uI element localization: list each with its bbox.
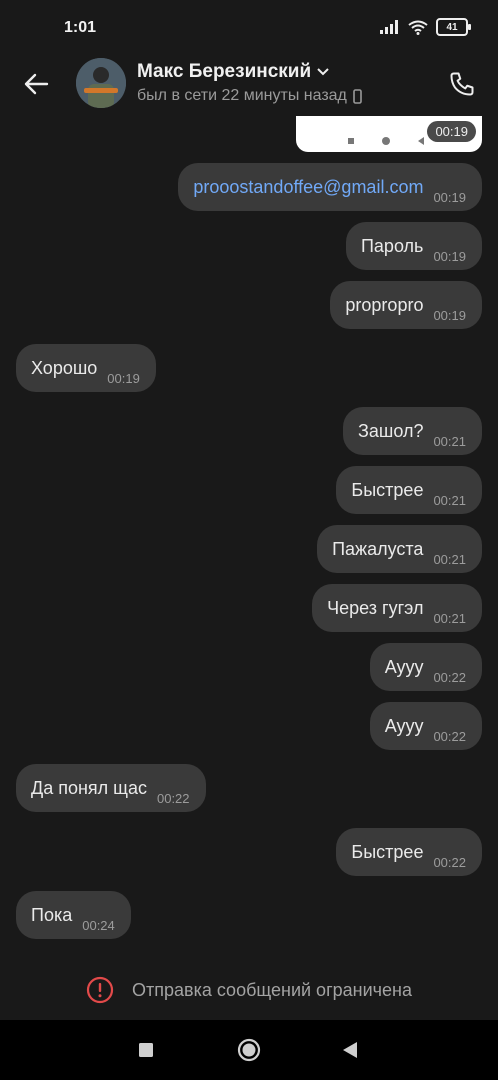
wifi-icon [408, 20, 428, 35]
message-text: Ayyy [384, 715, 424, 736]
message-time: 00:22 [156, 790, 190, 806]
restriction-text: Отправка сообщений ограничена [132, 979, 412, 1000]
back-nav-button[interactable] [338, 1038, 362, 1062]
message-text: Быстрее [351, 841, 424, 862]
status-bar: 1:01 41 [0, 0, 498, 58]
email-link[interactable]: prooostandoffee@gmail.com [193, 177, 423, 198]
message-text: Пажалуста [332, 538, 424, 559]
call-button[interactable] [442, 64, 482, 104]
image-message[interactable]: 00:19 [296, 116, 482, 152]
message-time: 00:24 [82, 917, 115, 933]
message-text: Через гугэл [327, 597, 424, 618]
message-time: 00:21 [433, 492, 466, 508]
message-time: 00:22 [433, 669, 466, 685]
message-bubble-in[interactable]: Хорошо 00:19 [16, 344, 156, 392]
contact-status: был в сети 22 минуты назад [137, 87, 362, 105]
message-text: proproprо [345, 294, 424, 315]
avatar[interactable] [76, 58, 126, 108]
chevron-down-icon [317, 68, 329, 76]
message-bubble-in[interactable]: Пока 00:24 [16, 891, 131, 939]
message-text: Быстрее [351, 479, 424, 500]
triangle-back-icon [343, 1042, 357, 1058]
message-bubble-out[interactable]: Ayyy 00:22 [369, 702, 482, 750]
square-icon [139, 1043, 153, 1057]
contact-status-text: был в сети 22 минуты назад [137, 87, 347, 104]
message-time: 00:19 [433, 189, 466, 205]
status-icons: 41 [380, 18, 471, 36]
message-text: Зашол? [358, 420, 424, 441]
message-bubble-in[interactable]: Да понял щас 00:22 [16, 764, 206, 812]
arrow-left-icon [24, 73, 49, 95]
phone-icon [450, 72, 474, 96]
message-bubble-out[interactable]: Пажалуста 00:21 [317, 525, 482, 573]
message-bubble-out[interactable]: Пароль 00:19 [345, 222, 482, 270]
chat-header: Макс Березинский был в сети 22 минуты на… [0, 58, 498, 116]
circle-icon [237, 1038, 261, 1062]
message-time: 00:19 [433, 248, 466, 264]
mobile-device-icon [353, 88, 362, 104]
message-time: 00:19 [427, 121, 476, 142]
message-time: 00:21 [433, 610, 466, 626]
battery-level: 41 [446, 21, 458, 33]
status-time: 1:01 [64, 19, 97, 36]
battery-icon: 41 [436, 18, 471, 36]
message-bubble-out[interactable]: Ayyy 00:22 [369, 643, 482, 691]
message-time: 00:22 [433, 854, 466, 870]
messaging-restricted-banner: Отправка сообщений ограничена [0, 960, 498, 1020]
system-nav-bar [0, 1020, 498, 1080]
message-bubble-out[interactable]: Зашол? 00:21 [343, 407, 482, 455]
message-text: Хорошо [31, 357, 98, 378]
message-text: Пароль [360, 235, 424, 256]
message-bubble-out[interactable]: Быстрее 00:22 [336, 828, 482, 876]
contact-name[interactable]: Макс Березинский [137, 61, 329, 83]
message-text: Да понял щас [31, 777, 147, 798]
message-bubble-out[interactable]: proproprо 00:19 [330, 281, 482, 329]
message-time: 00:19 [433, 307, 466, 323]
message-time: 00:22 [433, 728, 466, 744]
message-time: 00:19 [107, 370, 140, 386]
message-list[interactable]: 00:19 prooostandoffee@gmail.com 00:19 Па… [0, 116, 498, 960]
contact-name-text: Макс Березинский [137, 61, 312, 82]
home-button[interactable] [237, 1038, 261, 1062]
message-bubble-out[interactable]: prooostandoffee@gmail.com 00:19 [178, 163, 482, 211]
recents-button[interactable] [134, 1038, 158, 1062]
alert-circle-icon [86, 976, 114, 1004]
message-bubble-out[interactable]: Быстрее 00:21 [336, 466, 482, 514]
image-content [348, 137, 424, 145]
message-text: Ayyy [384, 656, 424, 677]
message-text: Пока [31, 904, 73, 925]
signal-icon [380, 20, 398, 34]
message-time: 00:21 [433, 433, 466, 449]
message-time: 00:21 [433, 551, 466, 567]
back-button[interactable] [18, 66, 54, 102]
message-bubble-out[interactable]: Через гугэл 00:21 [312, 584, 482, 632]
